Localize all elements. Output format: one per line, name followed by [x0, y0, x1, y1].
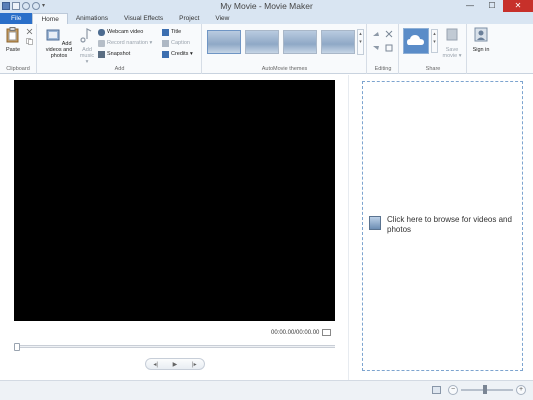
- ribbon-tabs: File Home Animations Visual Effects Proj…: [0, 13, 533, 24]
- thumbnail-size-icon[interactable]: [432, 386, 441, 394]
- credits-icon: [162, 50, 169, 58]
- title-icon: [162, 28, 169, 36]
- title-label: Title: [171, 29, 182, 35]
- save-movie-button[interactable]: Save movie ▾: [441, 27, 463, 59]
- remove-icon[interactable]: [385, 30, 393, 38]
- title-bar: ▾ My Movie - Movie Maker — ☐ ✕: [0, 0, 533, 13]
- theme-thumbnail[interactable]: [245, 30, 279, 54]
- sign-in-button[interactable]: Sign in: [470, 27, 492, 53]
- add-videos-label: Add videos and photos: [45, 41, 73, 59]
- tab-home[interactable]: Home: [32, 13, 68, 24]
- zoom-in-button[interactable]: +: [516, 385, 526, 395]
- video-preview[interactable]: [14, 80, 335, 321]
- themes-group-label: AutoMovie themes: [261, 66, 308, 72]
- window-title: My Movie - Movie Maker: [220, 1, 313, 11]
- browse-prompt[interactable]: Click here to browse for videos and phot…: [369, 215, 519, 235]
- seek-thumb[interactable]: [14, 343, 20, 351]
- theme-gallery-scroll[interactable]: ▴ ▾: [357, 29, 364, 55]
- theme-thumbnail[interactable]: [283, 30, 317, 54]
- seek-bar[interactable]: [14, 343, 335, 351]
- cloud-icon: [407, 35, 424, 45]
- add-media-icon: [369, 216, 381, 230]
- clipboard-group-label: Clipboard: [6, 66, 30, 72]
- automovie-themes-group: ▴ ▾ AutoMovie themes: [203, 24, 367, 74]
- minimize-button[interactable]: —: [459, 0, 481, 12]
- main-area: 00:00.00/00:00.00 ◂| ▶ |▸ Click here to …: [0, 75, 533, 380]
- snapshot-button[interactable]: Snapshot: [98, 49, 130, 59]
- caption-button[interactable]: Caption: [162, 38, 190, 48]
- clipboard-group: Paste Clipboard: [0, 24, 37, 74]
- tab-file[interactable]: File: [0, 13, 33, 24]
- zoom-out-button[interactable]: −: [448, 385, 458, 395]
- caption-icon: [162, 39, 169, 47]
- rotate-right-icon[interactable]: [372, 44, 380, 52]
- previous-frame-button[interactable]: ◂|: [153, 361, 158, 368]
- add-videos-and-photos-button[interactable]: Add videos and photos: [42, 27, 76, 59]
- browse-text: Click here to browse for videos and phot…: [387, 215, 512, 234]
- share-group-label: Share: [425, 66, 441, 72]
- signin-group: Sign in: [468, 24, 494, 74]
- editing-group: Editing: [368, 24, 399, 74]
- share-group: ▴ ▾ Save movie ▾ Share: [400, 24, 467, 74]
- credits-button[interactable]: Credits ▾: [162, 49, 193, 59]
- copy-icon[interactable]: [26, 38, 33, 45]
- timecode: 00:00.00/00:00.00: [271, 330, 320, 336]
- caption-label: Caption: [171, 40, 190, 46]
- webcam-label: Webcam video: [107, 29, 144, 35]
- add-group-label: Add: [114, 66, 125, 72]
- close-button[interactable]: ✕: [503, 0, 533, 12]
- webcam-video-button[interactable]: Webcam video: [98, 27, 143, 37]
- share-gallery-scroll[interactable]: ▴ ▾: [431, 29, 438, 53]
- user-icon: [474, 27, 488, 42]
- record-narration-button[interactable]: Record narration ▾: [98, 38, 152, 48]
- fullscreen-icon[interactable]: [322, 329, 331, 336]
- onedrive-share-button[interactable]: [403, 28, 429, 54]
- zoom-slider[interactable]: [461, 385, 513, 394]
- tab-view[interactable]: View: [207, 13, 237, 24]
- select-all-icon[interactable]: [385, 44, 393, 52]
- storyboard-pane[interactable]: Click here to browse for videos and phot…: [362, 81, 523, 371]
- sign-in-label: Sign in: [472, 47, 490, 53]
- snapshot-label: Snapshot: [107, 51, 131, 57]
- save-movie-icon: [446, 28, 458, 41]
- film-photo-icon: [46, 29, 60, 41]
- add-music-label: Add music ▾: [79, 47, 95, 65]
- paste-label: Paste: [5, 47, 21, 53]
- tab-animations[interactable]: Animations: [68, 13, 116, 24]
- editing-group-label: Editing: [374, 66, 392, 72]
- rotate-left-icon[interactable]: [372, 30, 380, 38]
- playback-controls: ◂| ▶ |▸: [145, 358, 205, 370]
- add-group: Add videos and photos Add music ▾ Webcam…: [38, 24, 202, 74]
- title-button[interactable]: Title: [162, 27, 181, 37]
- narration-label: Record narration ▾: [107, 40, 153, 46]
- theme-thumbnail[interactable]: [207, 30, 241, 54]
- maximize-button[interactable]: ☐: [481, 0, 503, 12]
- tab-visual-effects[interactable]: Visual Effects: [116, 13, 171, 24]
- camera-icon: [98, 50, 105, 58]
- add-music-button[interactable]: Add music ▾: [78, 27, 96, 65]
- theme-thumbnail[interactable]: [321, 30, 355, 54]
- paste-button[interactable]: Paste: [3, 27, 23, 53]
- webcam-icon: [98, 28, 105, 36]
- cut-icon[interactable]: [26, 28, 33, 35]
- pane-divider[interactable]: [348, 75, 349, 380]
- status-bar: − +: [0, 380, 533, 400]
- microphone-icon: [98, 39, 105, 47]
- ribbon: Paste Clipboard Add videos and photos Ad…: [0, 24, 533, 74]
- tab-project[interactable]: Project: [171, 13, 207, 24]
- music-note-icon: [80, 28, 92, 43]
- zoom-slider-thumb[interactable]: [482, 385, 487, 394]
- paste-icon: [6, 27, 19, 43]
- credits-label: Credits ▾: [171, 51, 193, 57]
- next-frame-button[interactable]: |▸: [192, 361, 197, 368]
- save-movie-label: Save movie ▾: [442, 47, 462, 59]
- play-button[interactable]: ▶: [173, 361, 178, 368]
